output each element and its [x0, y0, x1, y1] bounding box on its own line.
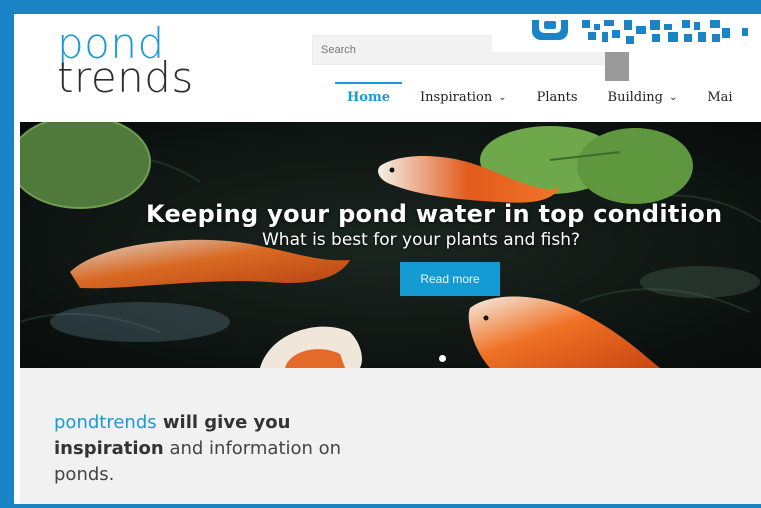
search-button[interactable]: [605, 51, 629, 81]
nav-label-plants: Plants: [536, 90, 578, 105]
qr-code-icon: [512, 20, 761, 46]
intro-text-part2: and information on: [163, 438, 342, 459]
intro-text-inspiration: inspiration: [54, 438, 164, 459]
nav-label-building: Building: [607, 90, 663, 105]
nav-item-home[interactable]: Home: [335, 82, 402, 113]
chevron-down-icon: ⌄: [668, 92, 678, 103]
intro-text: pondtrends will give you inspiration and…: [54, 410, 414, 488]
nav-label-more: Mai: [707, 90, 733, 105]
frame-left: [0, 0, 14, 508]
hero-title: Keeping your pond water in top condition: [146, 200, 723, 228]
logo-word-trends: trends: [57, 53, 194, 102]
nav-label-home: Home: [347, 90, 390, 105]
intro-section: pondtrends will give you inspiration and…: [20, 368, 761, 504]
webpage: pond trends Home Inspiration ⌄ Plants Bu…: [20, 20, 761, 504]
read-more-button[interactable]: Read more: [400, 262, 500, 296]
nav-item-more[interactable]: Mai: [707, 83, 732, 113]
nav-item-plants[interactable]: Plants: [537, 83, 578, 113]
frame-top: [0, 0, 761, 14]
main-nav: Home Inspiration ⌄ Plants Building ⌄ Mai: [335, 82, 761, 113]
nav-item-inspiration[interactable]: Inspiration ⌄: [420, 83, 507, 113]
site-header: pond trends Home Inspiration ⌄ Plants Bu…: [20, 20, 761, 120]
chevron-down-icon: ⌄: [498, 92, 507, 103]
site-logo[interactable]: pond trends: [57, 23, 194, 102]
frame-bottom: [0, 504, 761, 508]
intro-text-part1: will give you: [156, 412, 291, 433]
nav-label-inspiration: Inspiration: [419, 90, 493, 105]
hero-banner: Keeping your pond water in top condition…: [20, 122, 761, 368]
carousel-dot[interactable]: [439, 355, 446, 362]
hero-subtitle: What is best for your plants and fish?: [262, 230, 581, 250]
intro-brand: pondtrends: [54, 412, 157, 433]
intro-text-part3: ponds.: [54, 464, 115, 485]
nav-item-building[interactable]: Building ⌄: [608, 83, 678, 113]
